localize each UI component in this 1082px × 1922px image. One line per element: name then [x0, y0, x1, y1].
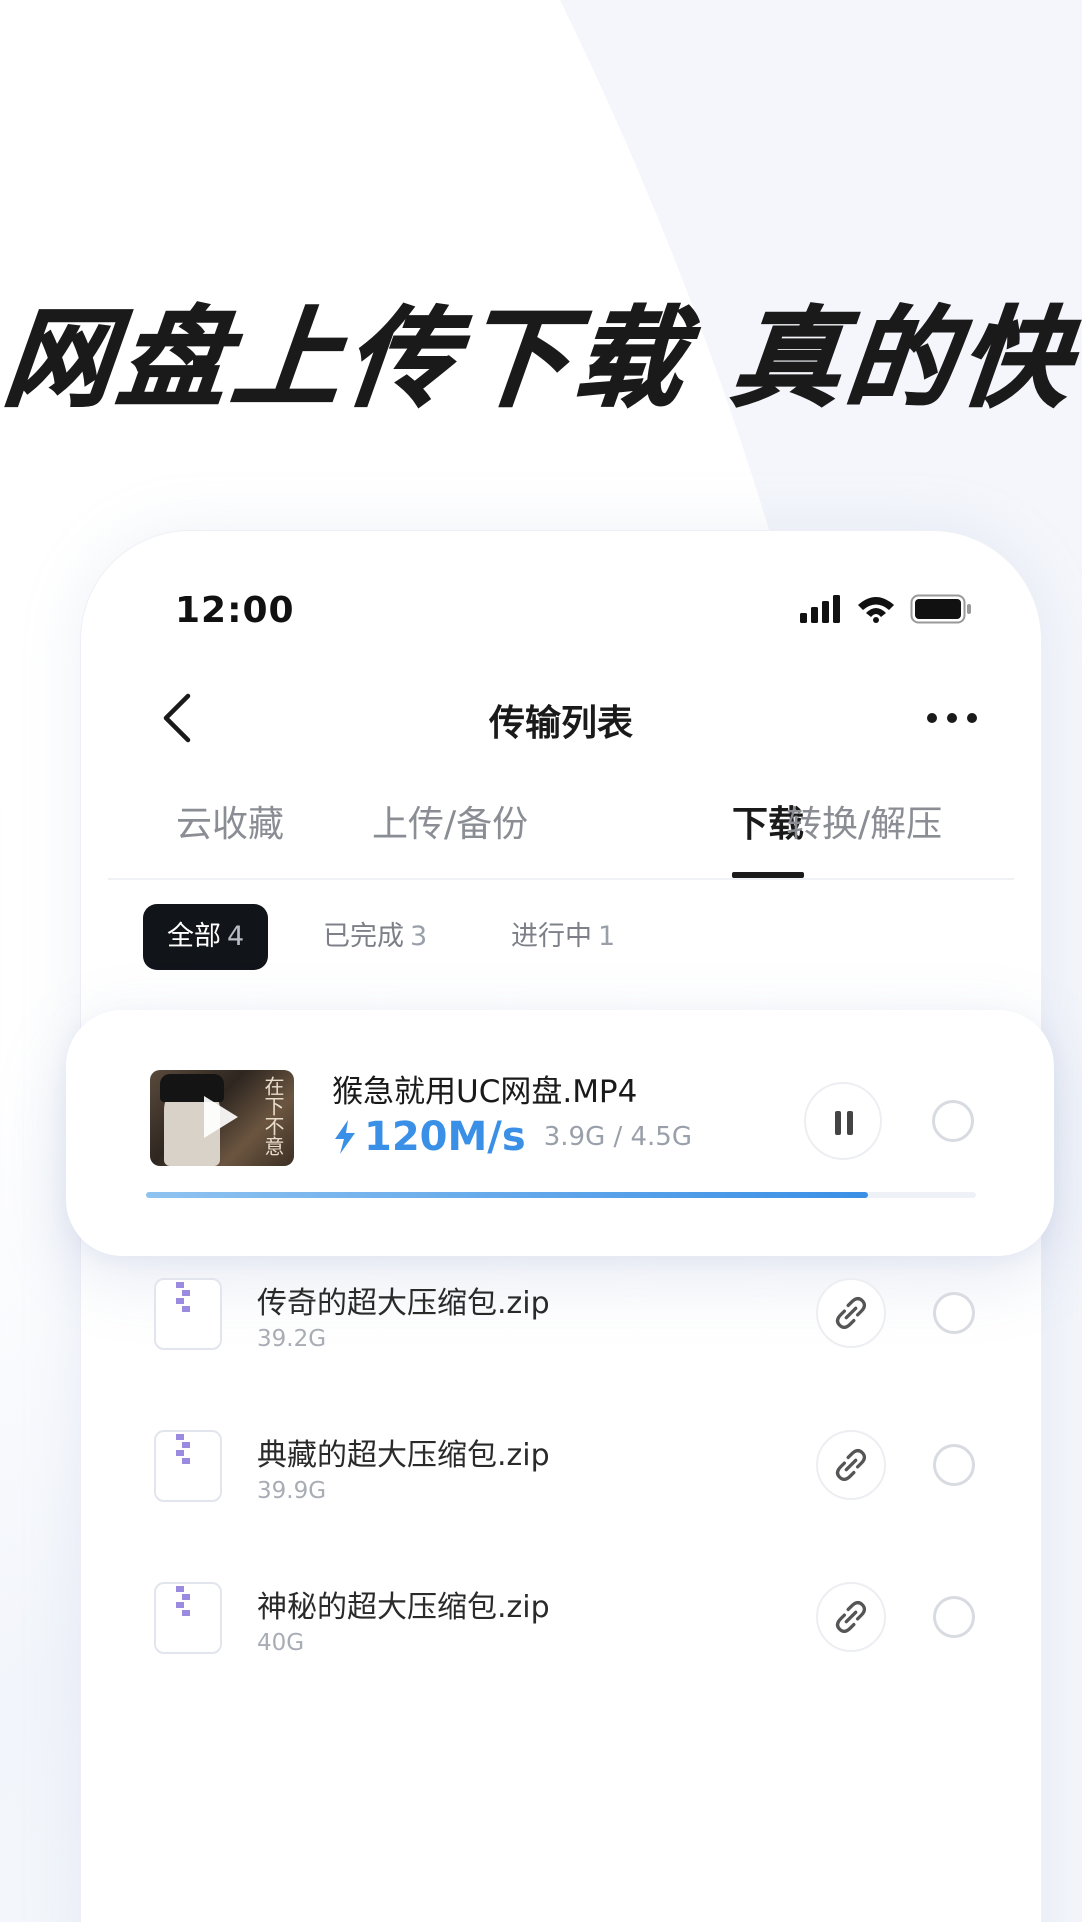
page-title: 传输列表: [488, 703, 633, 744]
file-size: 39.9G: [257, 1478, 327, 1504]
download-progress-bar: [146, 1192, 976, 1198]
download-size-progress: 3.9G / 4.5G: [543, 1122, 692, 1152]
headline: 网盘上传下载 真的快: [0, 296, 1082, 423]
filter-in-progress-label: 进行中: [511, 921, 592, 952]
file-name: 典藏的超大压缩包.zip: [257, 1438, 550, 1473]
filter-all[interactable]: 全部 4: [143, 904, 269, 970]
thumbnail-text: 在下不意: [261, 1076, 285, 1156]
file-name: 神秘的超大压缩包.zip: [257, 1590, 550, 1625]
select-checkbox[interactable]: [933, 1292, 975, 1334]
active-download-card[interactable]: 在下不意 猴急就用UC网盘.MP4 120M/s 3.9G / 4.5G: [66, 1010, 1054, 1256]
zip-file-icon: [154, 1278, 222, 1350]
lightning-icon: [335, 1120, 355, 1154]
play-icon: [204, 1096, 238, 1138]
filter-all-label: 全部: [167, 921, 221, 952]
download-progress-fill: [146, 1192, 869, 1198]
list-item[interactable]: 传奇的超大压缩包.zip 39.2G: [150, 1270, 1010, 1390]
filter-all-count: 4: [227, 921, 245, 952]
more-dots-icon[interactable]: [922, 698, 982, 738]
filter-completed-count: 3: [410, 921, 428, 952]
download-file-name: 猴急就用UC网盘.MP4: [332, 1074, 638, 1110]
zip-file-icon: [154, 1430, 222, 1502]
select-checkbox[interactable]: [932, 1100, 974, 1142]
list-item[interactable]: 神秘的超大压缩包.zip 40G: [150, 1574, 1010, 1694]
filter-in-progress-count: 1: [598, 921, 616, 952]
pause-icon-bar: [847, 1111, 853, 1135]
battery-icon: [910, 594, 971, 624]
list-item[interactable]: 典藏的超大压缩包.zip 39.9G: [150, 1422, 1010, 1542]
filter-completed-label: 已完成: [323, 921, 404, 952]
select-checkbox[interactable]: [933, 1596, 975, 1638]
filter-in-progress[interactable]: 进行中 1: [487, 904, 639, 970]
file-size: 39.2G: [257, 1326, 327, 1352]
status-time: 12:00: [175, 590, 295, 631]
tab-bar: 云收藏 上传/备份 下载 转换/解压: [108, 790, 1014, 880]
wifi-icon: [858, 597, 894, 623]
tab-upload-backup[interactable]: 上传/备份: [372, 790, 528, 880]
link-icon[interactable]: [816, 1582, 886, 1652]
file-size: 40G: [257, 1630, 305, 1656]
speed-row: 120M/s 3.9G / 4.5G: [332, 1114, 692, 1160]
tab-active-indicator: [732, 872, 804, 878]
video-thumbnail[interactable]: 在下不意: [150, 1070, 294, 1166]
status-icons: [798, 594, 972, 624]
filter-completed[interactable]: 已完成 3: [299, 904, 451, 970]
navbar: 传输列表: [80, 680, 1042, 760]
select-checkbox[interactable]: [933, 1444, 975, 1486]
download-speed: 120M/s: [364, 1114, 526, 1160]
tab-cloud-favorites[interactable]: 云收藏: [176, 790, 284, 880]
signal-icon: [800, 595, 840, 623]
status-bar: 12:00: [80, 530, 1042, 690]
pause-icon: [835, 1111, 841, 1135]
file-name: 传奇的超大压缩包.zip: [257, 1286, 550, 1321]
pause-button[interactable]: [804, 1082, 882, 1160]
link-icon[interactable]: [816, 1430, 886, 1500]
link-icon[interactable]: [816, 1278, 886, 1348]
tab-convert-extract[interactable]: 转换/解压: [786, 790, 942, 880]
zip-file-icon: [154, 1582, 222, 1654]
